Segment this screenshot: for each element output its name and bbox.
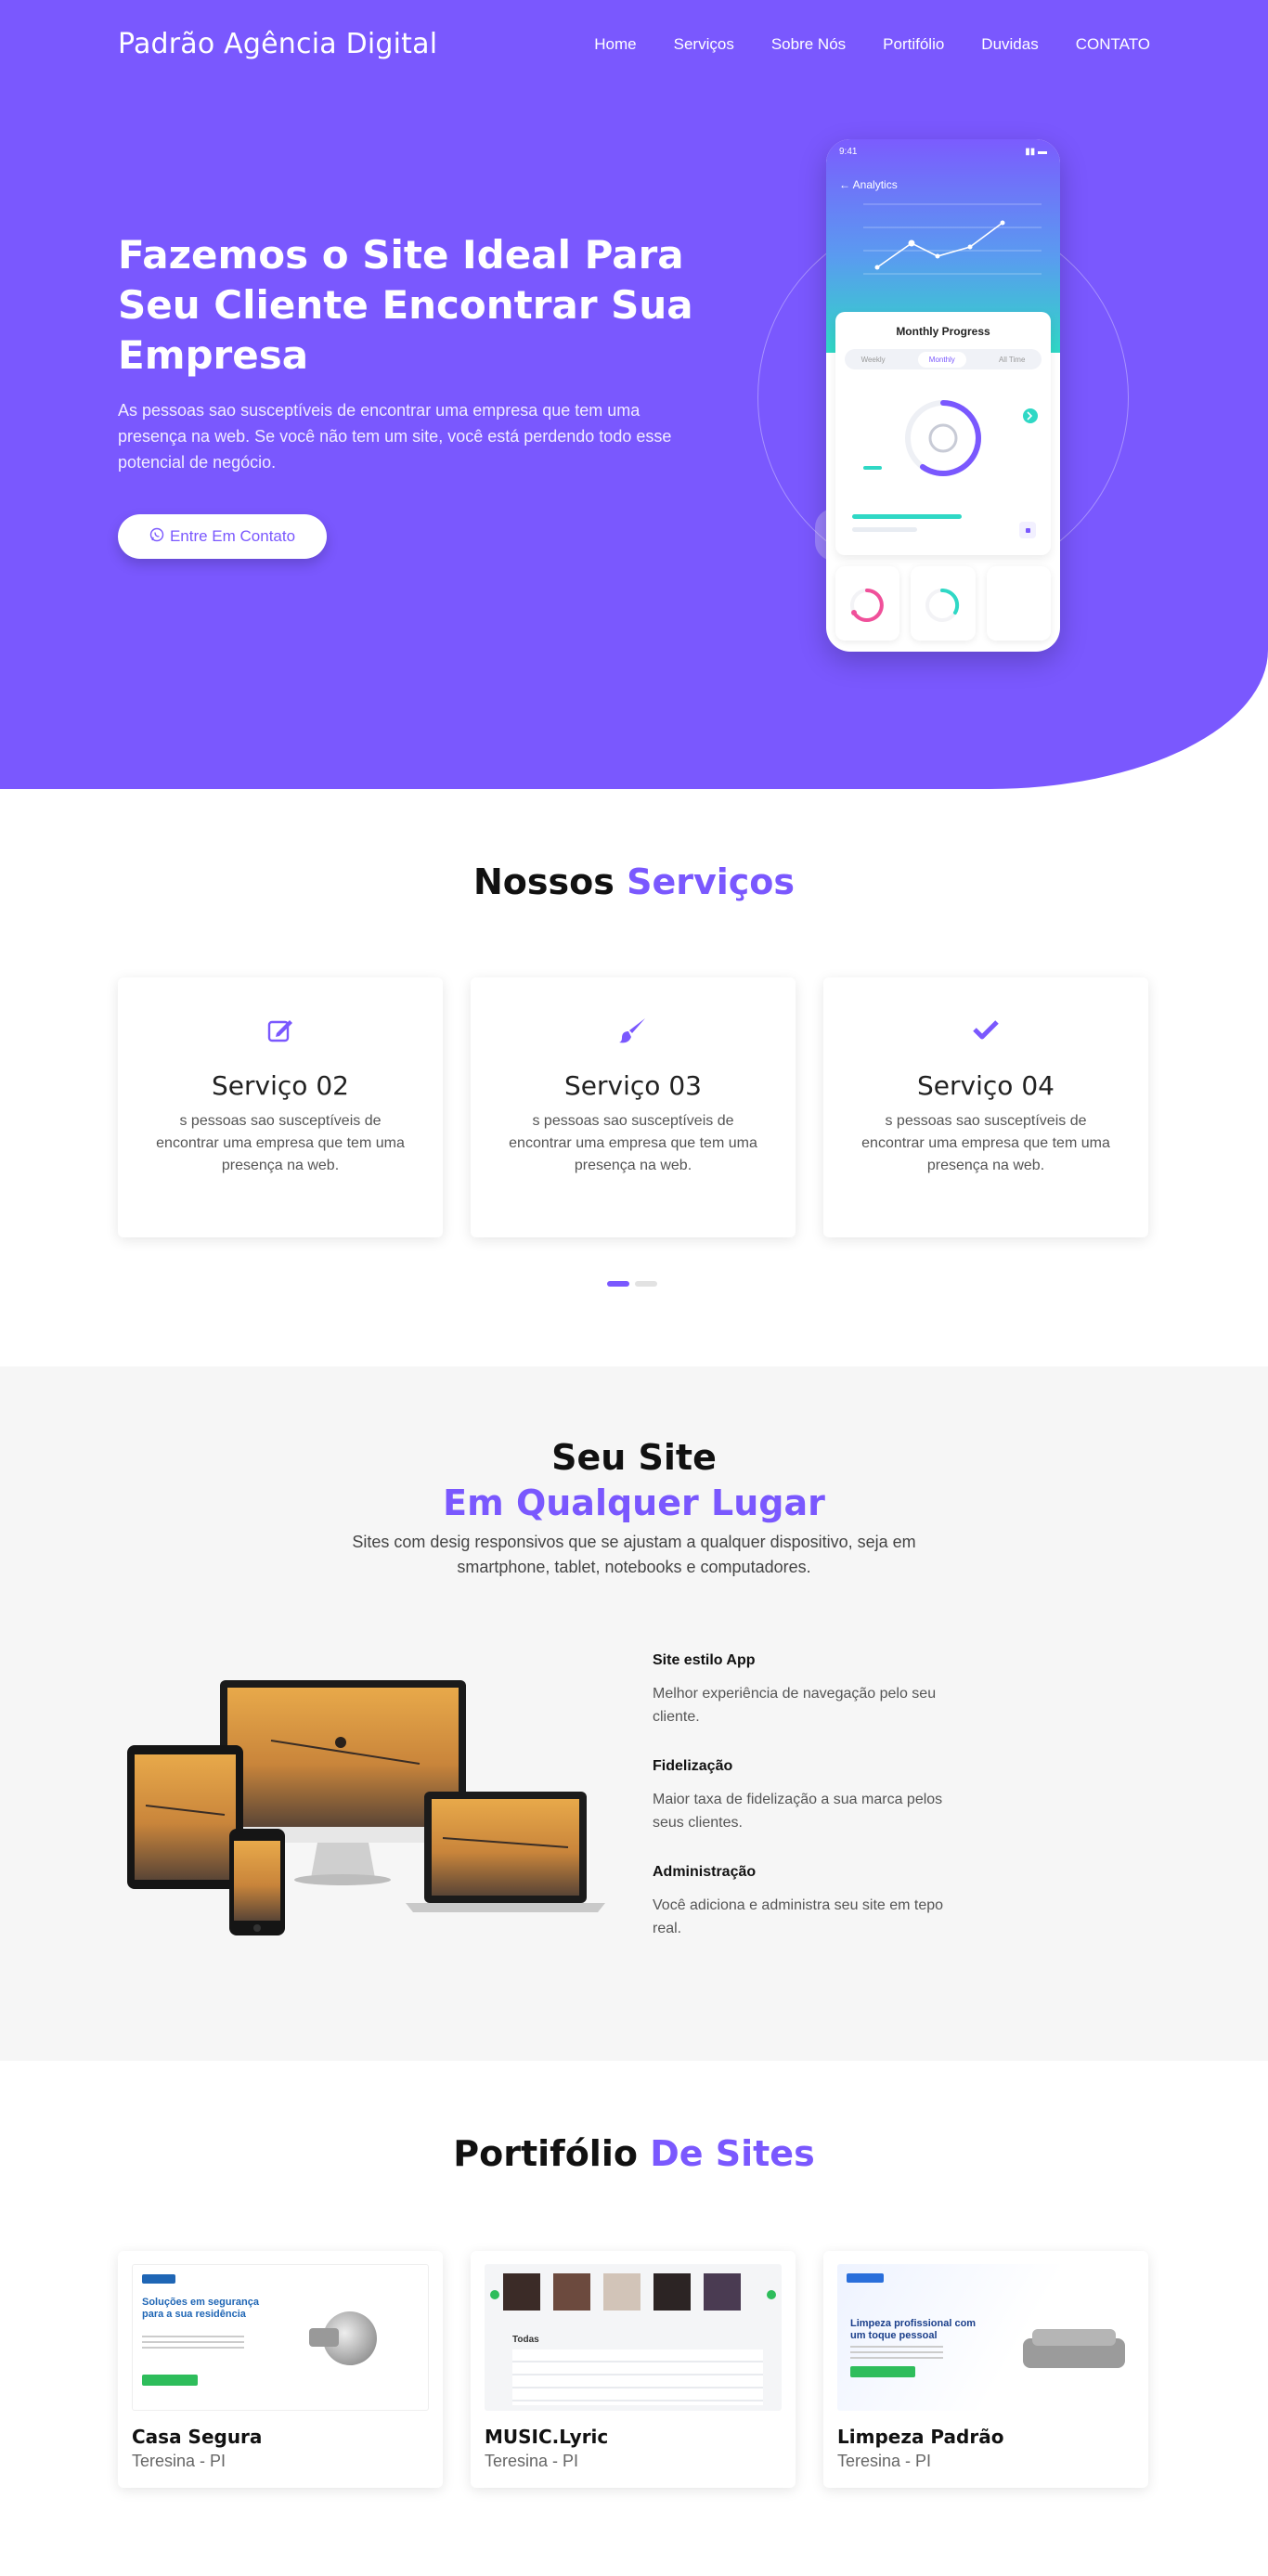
feature-text: Você adiciona e administra seu site em t… (653, 1897, 944, 1936)
service-title: Serviço 02 (212, 1070, 349, 1101)
nav-sobre[interactable]: Sobre Nós (771, 35, 846, 54)
phone-mini-cards (835, 566, 1051, 641)
feature-text: Melhor experiência de navegação pelo seu… (653, 1686, 937, 1725)
brush-icon (471, 1015, 796, 1048)
contact-button[interactable]: Entre Em Contato (118, 514, 327, 559)
service-text: s pessoas sao susceptíveis de encontrar … (156, 1113, 405, 1173)
portfolio-name: Limpeza Padrão (837, 2426, 1004, 2448)
mini-card-pink (835, 566, 900, 641)
portfolio-title-main: Portifólio (453, 2133, 638, 2174)
hero-title: Fazemos o Site Ideal Para Seu Cliente En… (118, 232, 693, 378)
monthly-progress-title: Monthly Progress (896, 325, 990, 338)
portfolio-name: Casa Segura (132, 2426, 263, 2448)
portfolio-thumbnail: Soluções em segurança para a sua residên… (132, 2264, 429, 2411)
service-text: s pessoas sao susceptíveis de encontrar … (861, 1113, 1110, 1173)
service-card[interactable]: Serviço 04 s pessoas sao susceptíveis de… (823, 977, 1148, 1237)
feature-item: Site estilo App Melhor experiência de na… (653, 1652, 968, 1728)
menu-dot-icon[interactable] (1019, 522, 1036, 538)
check-icon (823, 1015, 1148, 1048)
nav-contato[interactable]: CONTATO (1076, 35, 1150, 54)
mini-card-empty (986, 566, 1051, 641)
responsive-title: Seu Site (551, 1437, 717, 1478)
service-title: Serviço 04 (917, 1070, 1055, 1101)
portfolio-name: MUSIC.Lyric (485, 2426, 609, 2448)
portfolio-title: Portifólio De Sites (0, 2133, 1268, 2174)
phone-time: 9:41 (839, 147, 858, 157)
portfolio-location: Teresina - PI (837, 2452, 932, 2470)
responsive-title-accent: Em Qualquer Lugar (443, 1482, 825, 1523)
hero-text: As pessoas sao susceptíveis de encontrar… (118, 401, 672, 472)
feature-title: Fidelização (653, 1758, 733, 1774)
feature-text: Maior taxa de fidelização a sua marca pe… (653, 1792, 943, 1831)
navbar: Padrão Agência Digital Home Serviços Sob… (118, 0, 1150, 88)
phone-status-bar: 9:41 ▮▮ ▬ (839, 147, 1047, 157)
feature-item: Administração Você adiciona e administra… (653, 1864, 968, 1940)
portfolio-thumbnail: Limpeza profissional com um toque pessoa… (837, 2264, 1134, 2411)
services-title: Nossos Serviços (0, 861, 1268, 902)
service-card[interactable]: Serviço 03 s pessoas sao susceptíveis de… (471, 977, 796, 1237)
nav-duvidas[interactable]: Duvidas (981, 35, 1038, 54)
services-title-accent: Serviços (627, 861, 796, 902)
brand-logo[interactable]: Padrão Agência Digital (118, 28, 437, 60)
portfolio-card[interactable]: Soluções em segurança para a sua residên… (118, 2251, 443, 2488)
portfolio-location: Teresina - PI (485, 2452, 579, 2470)
carousel-dot-active[interactable] (607, 1281, 629, 1287)
portfolio-card[interactable]: Limpeza profissional com um toque pessoa… (823, 2251, 1148, 2488)
feature-item: Fidelização Maior taxa de fidelização a … (653, 1758, 968, 1834)
thumb-headline: Todas (512, 2335, 539, 2345)
responsive-subtitle: Sites com desig responsivos que se ajust… (352, 1533, 916, 1576)
phone-tabs: Weekly Monthly All Time (845, 349, 1042, 369)
tab-all-time[interactable]: All Time (999, 356, 1025, 364)
whatsapp-icon (149, 527, 164, 547)
nav-portfolio[interactable]: Portifólio (883, 35, 944, 54)
progress-bar (852, 514, 962, 519)
progress-ring (863, 400, 1038, 476)
service-card[interactable]: Serviço 02 s pessoas sao susceptíveis de… (118, 977, 443, 1237)
phone-mockup: 9:41 ▮▮ ▬ ← Analytics Monthly Progress W… (826, 139, 1060, 652)
battery-icon: ▮▮ ▬ (1025, 147, 1047, 157)
tab-weekly[interactable]: Weekly (861, 356, 886, 364)
service-title: Serviço 03 (564, 1070, 702, 1101)
nav-servicos[interactable]: Serviços (674, 35, 734, 54)
feature-title: Administração (653, 1864, 757, 1880)
tab-monthly[interactable]: Monthly (917, 351, 966, 368)
devices-illustration (127, 1680, 605, 1935)
mini-card-teal (911, 566, 976, 641)
thumb-headline: Limpeza profissional com um toque pessoa… (850, 2318, 977, 2341)
service-text: s pessoas sao susceptíveis de encontrar … (509, 1113, 757, 1173)
main-menu: Home Serviços Sobre Nós Portifólio Duvid… (594, 35, 1150, 54)
portfolio-location: Teresina - PI (132, 2452, 226, 2470)
contact-button-label: Entre Em Contato (169, 527, 296, 545)
feature-title: Site estilo App (653, 1652, 756, 1668)
carousel-dot[interactable] (635, 1281, 657, 1287)
monthly-progress-card: Monthly Progress Weekly Monthly All Time (835, 312, 1051, 555)
portfolio-title-accent: De Sites (650, 2133, 815, 2174)
progress-bar-secondary (852, 527, 917, 532)
portfolio-thumbnail: Todas (485, 2264, 782, 2411)
hero-section: Padrão Agência Digital Home Serviços Sob… (0, 0, 1268, 789)
carousel-dots (607, 1281, 657, 1287)
edit-icon (118, 1015, 443, 1048)
portfolio-card[interactable]: Todas MUSIC.Lyric Teresina - PI (471, 2251, 796, 2488)
analytics-line-chart (863, 203, 1042, 275)
thumb-headline: Soluções em segurança para a sua residên… (142, 2297, 259, 2320)
nav-home[interactable]: Home (594, 35, 636, 54)
services-title-main: Nossos (472, 861, 615, 902)
